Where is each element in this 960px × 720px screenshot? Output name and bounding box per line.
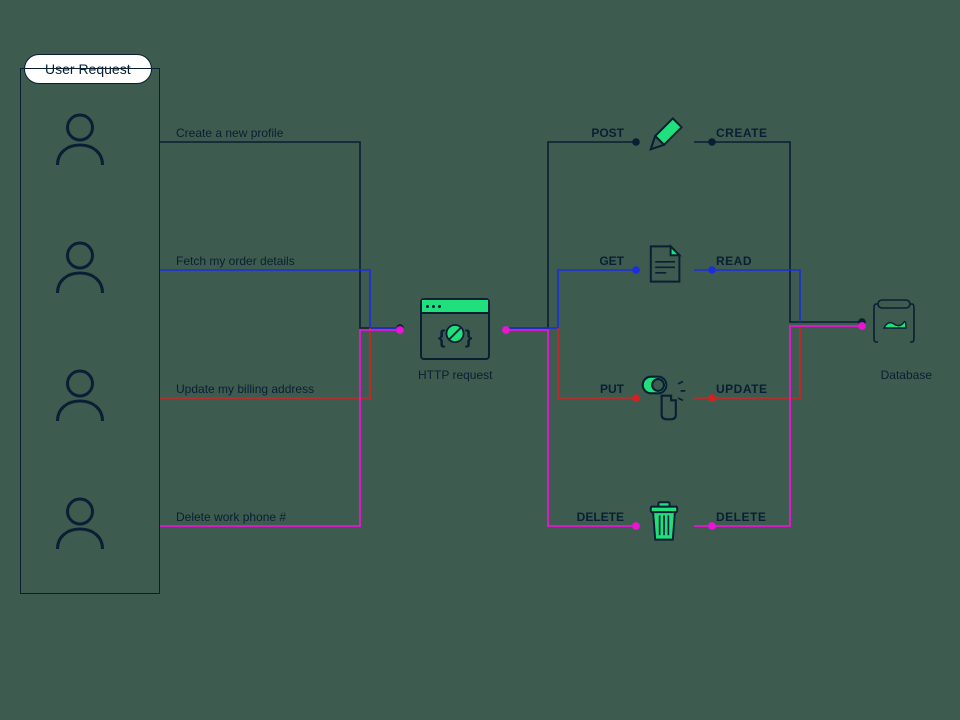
pencil-icon — [642, 114, 686, 158]
database-icon — [870, 298, 920, 348]
action-label-read: Fetch my order details — [176, 254, 295, 268]
cursor-click-icon — [638, 372, 690, 424]
method-label-delete: DELETE — [576, 510, 624, 524]
svg-text:{: { — [438, 326, 446, 348]
method-label-put: PUT — [576, 382, 624, 396]
crud-label-read: READ — [716, 254, 752, 268]
http-request-label: HTTP request — [418, 368, 492, 382]
method-label-get: GET — [576, 254, 624, 268]
user-icon — [50, 238, 110, 298]
database-label: Database — [881, 368, 932, 382]
crud-diagram: User Request Create a new profile Fetch … — [0, 0, 960, 720]
crud-label-delete: DELETE — [716, 510, 766, 524]
user-icon — [50, 366, 110, 426]
http-request-box: { } — [420, 298, 490, 360]
svg-text:}: } — [465, 326, 473, 348]
user-icon — [50, 110, 110, 170]
user-icon — [50, 494, 110, 554]
document-icon — [642, 242, 686, 286]
method-label-post: POST — [576, 126, 624, 140]
action-label-delete: Delete work phone # — [176, 510, 286, 524]
action-label-create: Create a new profile — [176, 126, 283, 140]
action-label-update: Update my billing address — [176, 382, 314, 396]
trash-icon — [642, 500, 686, 544]
crud-label-create: CREATE — [716, 126, 767, 140]
crud-label-update: UPDATE — [716, 382, 767, 396]
